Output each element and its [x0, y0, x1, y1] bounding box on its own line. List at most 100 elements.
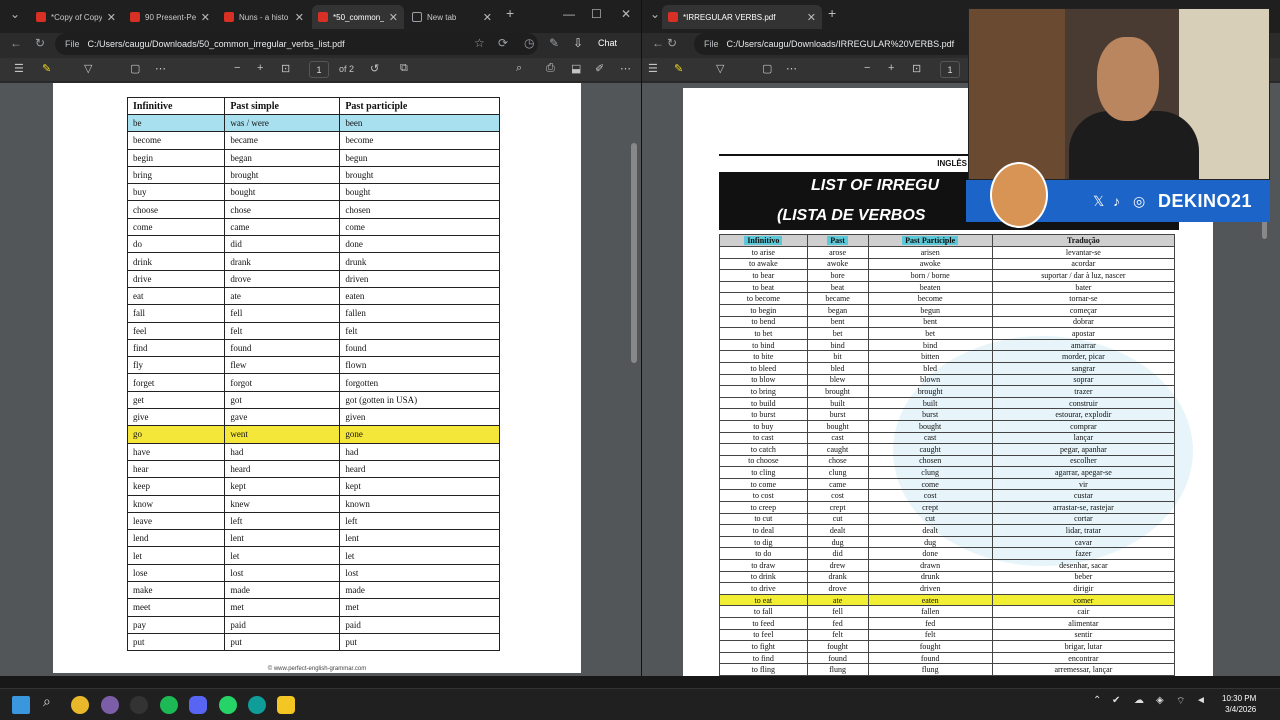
menu-icon[interactable]: ☰ — [648, 62, 658, 75]
zoom-in-icon[interactable]: + — [257, 62, 263, 74]
app-icon[interactable] — [101, 696, 119, 714]
rotate-icon[interactable]: ↺ — [370, 62, 379, 75]
tray-app-icon[interactable]: ✔ — [1112, 695, 1120, 706]
table-cell: felt — [806, 628, 869, 642]
windows-start-icon[interactable] — [12, 696, 30, 714]
table-row: find found found — [126, 338, 500, 358]
reload-icon[interactable]: ↻ — [35, 36, 45, 50]
table-row: to bleed bled bled sangrar — [719, 361, 1176, 375]
column-header-label: Past Participle — [902, 236, 959, 245]
profile-icon[interactable]: ✎ — [549, 36, 559, 50]
new-tab-plus-icon[interactable]: + — [506, 5, 514, 21]
table-cell: estourar, explodir — [991, 408, 1176, 421]
reload-icon[interactable]: ↻ — [667, 36, 677, 50]
filter-icon[interactable]: ▽ — [716, 62, 724, 75]
highlighter-icon[interactable]: ✎ — [42, 62, 51, 75]
edit-icon[interactable]: ✐ — [595, 62, 604, 75]
back-icon[interactable]: ← — [652, 36, 664, 50]
table-cell: built — [867, 396, 993, 410]
column-header: Past participle — [339, 97, 500, 115]
address-bar[interactable]: File C:/Users/caugu/Downloads/50_common_… — [55, 33, 538, 55]
extension-icon[interactable]: ⟳ — [498, 36, 508, 50]
maximize-icon[interactable]: ☐ — [591, 7, 602, 21]
tab-new-tab[interactable]: New tab ✕ — [406, 5, 498, 29]
new-tab-plus-icon[interactable]: + — [828, 5, 836, 21]
tab-copy-of-copy[interactable]: *Copy of Copy ✕ — [30, 5, 122, 29]
spotify-icon[interactable] — [160, 696, 178, 714]
more-options-icon[interactable]: ⋯ — [620, 62, 631, 75]
downloads-icon[interactable]: ⇩ — [573, 36, 583, 50]
table-cell: cavar — [991, 535, 1176, 549]
table-cell: awoke — [867, 257, 993, 271]
fit-page-icon[interactable]: ⊡ — [912, 62, 921, 75]
close-icon[interactable]: ✕ — [107, 11, 116, 24]
discord-icon[interactable] — [189, 696, 207, 714]
print-icon[interactable]: ⎙ — [546, 62, 555, 75]
minimize-icon[interactable]: — — [563, 7, 575, 21]
tray-chevron-icon[interactable]: ⌃ — [1093, 695, 1101, 706]
capcut-icon[interactable] — [130, 696, 148, 714]
more-icon[interactable]: ⋯ — [786, 62, 797, 75]
sidebar-icon[interactable]: ▢ — [762, 62, 772, 75]
tab-irregular-verbs-list[interactable]: *50_common_irr ✕ — [312, 5, 404, 29]
volume-icon[interactable]: ◄ — [1196, 695, 1206, 706]
search-icon[interactable]: ⌕ — [516, 62, 522, 75]
tab-nuns-history[interactable]: Nuns - a histo ✕ — [218, 5, 310, 29]
menu-icon[interactable]: ☰ — [14, 62, 24, 75]
table-cell: driven — [867, 582, 993, 595]
back-icon[interactable]: ← — [10, 36, 22, 50]
table-cell: brought — [867, 385, 993, 398]
tab-present-perfect[interactable]: 90 Present-Per ✕ — [124, 5, 216, 29]
tray-app-icon-3[interactable]: ◈ — [1156, 695, 1164, 706]
page-number-input[interactable]: 1 — [940, 61, 960, 78]
table-cell: to buy — [719, 419, 808, 433]
zoom-out-icon[interactable]: − — [864, 62, 870, 74]
close-icon[interactable]: ✕ — [807, 11, 816, 24]
highlighter-icon[interactable]: ✎ — [674, 62, 683, 75]
filter-icon[interactable]: ▽ — [84, 62, 92, 75]
close-icon[interactable]: ✕ — [483, 11, 492, 24]
table-cell: eaten — [339, 286, 500, 306]
close-icon[interactable]: ✕ — [295, 11, 304, 24]
close-icon[interactable]: ✕ — [389, 11, 398, 24]
chrome-icon[interactable] — [71, 696, 89, 714]
table-cell: forget — [126, 373, 226, 392]
table-row: to eat ate eaten comer — [719, 593, 1176, 607]
file-explorer-icon[interactable] — [277, 696, 295, 714]
table-cell: lend — [126, 529, 226, 548]
tab-irregular-verbs-pdf[interactable]: *IRREGULAR VERBS.pdf ✕ — [662, 5, 822, 29]
network-icon[interactable]: ⌔ — [1176, 695, 1185, 708]
search-icon[interactable]: ⌕ — [43, 693, 51, 710]
whatsapp-icon[interactable] — [219, 696, 237, 714]
table-cell: clung — [867, 466, 993, 479]
pdf-icon — [318, 12, 328, 22]
system-clock[interactable]: 10:30 PM 3/4/2026 — [1222, 693, 1256, 715]
edge-icon[interactable] — [248, 696, 266, 714]
fit-page-icon[interactable]: ⊡ — [281, 62, 290, 75]
history-icon[interactable]: ◷ — [524, 36, 534, 50]
zoom-out-icon[interactable]: − — [234, 62, 240, 74]
chat-button[interactable]: Chat — [598, 38, 617, 48]
more-icon[interactable]: ⋯ — [155, 62, 166, 75]
bookmark-star-icon[interactable]: ☆ — [474, 36, 485, 50]
two-page-icon[interactable]: ⧉ — [400, 62, 408, 75]
scrollbar-thumb[interactable] — [1262, 219, 1267, 239]
sidebar-icon[interactable]: ▢ — [130, 62, 140, 75]
address-bar[interactable]: File C:/Users/caugu/Downloads/IRREGULAR%… — [694, 33, 984, 55]
window-close-icon[interactable]: ✕ — [621, 7, 631, 21]
page-number-input[interactable]: 1 — [309, 61, 329, 78]
zoom-in-icon[interactable]: + — [888, 62, 894, 74]
save-icon[interactable]: ⬓ — [571, 62, 581, 75]
tab-search-icon[interactable]: ⌄ — [650, 7, 660, 21]
column-header: Infinitivo — [719, 234, 808, 247]
table-row: meet met met — [126, 598, 500, 617]
tray-app-icon-2[interactable]: ☁ — [1134, 695, 1144, 706]
table-cell: to creep — [719, 501, 808, 514]
table-cell: drive — [126, 269, 226, 288]
table-cell: fought — [867, 640, 993, 653]
close-icon[interactable]: ✕ — [201, 11, 210, 24]
scrollbar-thumb[interactable] — [631, 143, 637, 363]
table-row: drink drank drunk — [126, 252, 500, 271]
table-cell: built — [806, 396, 869, 410]
tab-search-icon[interactable]: ⌄ — [10, 7, 20, 21]
